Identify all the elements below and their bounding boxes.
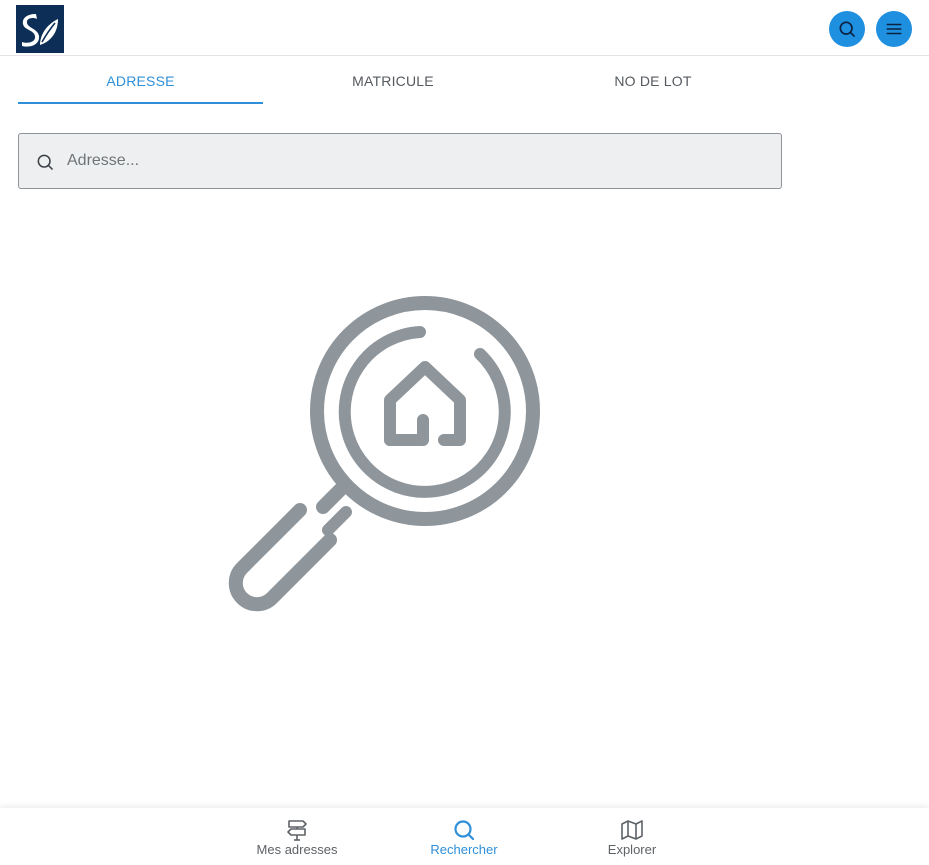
search-icon	[454, 820, 475, 841]
header-search-button[interactable]	[829, 11, 865, 47]
nav-mes-adresses[interactable]: Mes adresses	[237, 808, 357, 865]
menu-icon	[886, 23, 902, 35]
active-tab-indicator	[18, 102, 263, 104]
nav-rechercher[interactable]: Rechercher	[404, 808, 524, 865]
tab-no-de-lot[interactable]: NO DE LOT	[523, 57, 783, 105]
tab-adresse[interactable]: ADRESSE	[18, 57, 263, 105]
logo-icon	[22, 14, 58, 47]
magnifier-house-icon	[228, 296, 540, 612]
top-header	[0, 0, 929, 56]
search-type-tabs: ADRESSE MATRICULE NO DE LOT	[18, 57, 782, 105]
signpost-icon	[287, 820, 307, 841]
nav-label: Mes adresses	[256, 842, 338, 857]
brand-logo[interactable]	[16, 5, 64, 53]
bottom-navigation: Mes adresses Rechercher Explorer	[0, 808, 929, 865]
nav-explorer[interactable]: Explorer	[572, 808, 692, 865]
tab-matricule[interactable]: MATRICULE	[263, 57, 523, 105]
nav-label: Rechercher	[430, 842, 498, 857]
search-icon	[839, 21, 855, 37]
empty-state-illustration	[228, 292, 548, 612]
address-search-input[interactable]	[67, 134, 767, 188]
nav-label: Explorer	[607, 842, 657, 857]
app-root: ADRESSE MATRICULE NO DE LOT Adresse... M…	[0, 0, 929, 865]
header-menu-button[interactable]	[876, 11, 912, 47]
search-icon	[37, 154, 53, 170]
map-icon	[621, 820, 643, 840]
address-search-box	[18, 133, 782, 189]
